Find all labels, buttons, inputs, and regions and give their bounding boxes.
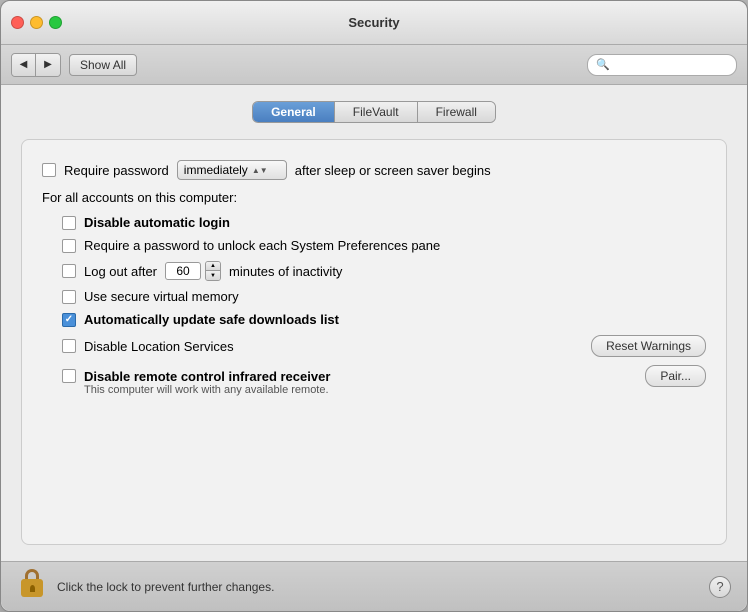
logout-checkbox[interactable] [62,264,76,278]
close-button[interactable] [11,16,24,29]
stepper-down-button[interactable]: ▼ [206,271,220,280]
search-box: 🔍 [587,54,737,76]
disable-infrared-label: Disable remote control infrared receiver [84,369,330,384]
reset-warnings-button[interactable]: Reset Warnings [591,335,706,357]
lock-body [21,579,43,597]
infrared-description: This computer will work with any availab… [84,383,706,398]
search-icon: 🔍 [596,58,610,71]
lock-text: Click the lock to prevent further change… [57,580,274,594]
disable-infrared-section: Disable remote control infrared receiver… [62,365,706,398]
window-title: Security [348,15,399,30]
forward-button[interactable]: ▶ [36,54,60,76]
dropdown-arrow-icon: ▲▼ [252,166,268,175]
lock-button[interactable] [17,569,47,604]
stepper-up-button[interactable]: ▲ [206,262,220,271]
titlebar: Security [1,1,747,45]
logout-minutes-input[interactable] [165,262,201,280]
tab-bar: General FileVault Firewall [21,101,727,123]
disable-login-row: Disable automatic login [62,215,706,230]
help-button[interactable]: ? [709,576,731,598]
pair-button[interactable]: Pair... [645,365,706,387]
toolbar: ◀ ▶ Show All 🔍 [1,45,747,85]
nav-buttons: ◀ ▶ [11,53,61,77]
search-input[interactable] [614,58,728,72]
disable-location-label: Disable Location Services [84,339,234,354]
disable-login-label: Disable automatic login [84,215,230,230]
disable-login-checkbox[interactable] [62,216,76,230]
tab-general[interactable]: General [253,102,335,122]
auto-update-row: Automatically update safe downloads list [62,312,706,327]
settings-panel: Require password immediately ▲▼ after sl… [21,139,727,545]
content-area: General FileVault Firewall Require passw… [1,85,747,561]
require-password-unlock-row: Require a password to unlock each System… [62,238,706,253]
auto-update-checkbox[interactable] [62,313,76,327]
disable-infrared-checkbox[interactable] [62,369,76,383]
require-password-label: Require password [64,163,169,178]
require-password-unlock-checkbox[interactable] [62,239,76,253]
tab-group: General FileVault Firewall [252,101,496,123]
logout-row: Log out after ▲ ▼ minutes of inactivity [62,261,706,281]
lock-keyhole [30,585,35,592]
require-password-row: Require password immediately ▲▼ after sl… [42,160,706,180]
stepper-buttons: ▲ ▼ [205,261,221,281]
require-password-checkbox[interactable] [42,163,56,177]
disable-location-row: Disable Location Services Reset Warnings [62,335,706,357]
secure-memory-checkbox[interactable] [62,290,76,304]
tab-filevault[interactable]: FileVault [335,102,418,122]
footer: Click the lock to prevent further change… [1,561,747,611]
logout-suffix-label: minutes of inactivity [229,264,342,279]
accounts-options: Disable automatic login Require a passwo… [62,215,706,398]
logout-prefix-label: Log out after [84,264,157,279]
minimize-button[interactable] [30,16,43,29]
password-timing-dropdown[interactable]: immediately ▲▼ [177,160,287,180]
after-sleep-label: after sleep or screen saver begins [295,163,491,178]
maximize-button[interactable] [49,16,62,29]
dropdown-value: immediately [184,163,248,177]
require-password-unlock-label: Require a password to unlock each System… [84,238,440,253]
tab-firewall[interactable]: Firewall [418,102,495,122]
secure-memory-row: Use secure virtual memory [62,289,706,304]
back-button[interactable]: ◀ [12,54,36,76]
lock-shackle [25,569,39,579]
secure-memory-label: Use secure virtual memory [84,289,239,304]
disable-location-checkbox[interactable] [62,339,76,353]
traffic-lights [11,16,62,29]
for-all-accounts-label: For all accounts on this computer: [42,190,706,205]
show-all-button[interactable]: Show All [69,54,137,76]
logout-stepper: ▲ ▼ [165,261,221,281]
main-window: Security ◀ ▶ Show All 🔍 General FileVaul… [0,0,748,612]
auto-update-label: Automatically update safe downloads list [84,312,339,327]
